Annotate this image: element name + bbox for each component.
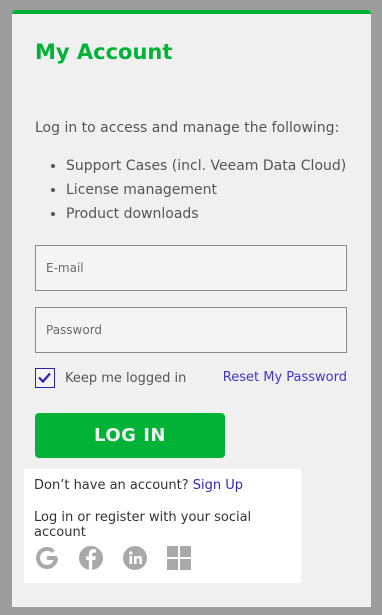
linkedin-icon[interactable] [122,545,148,571]
social-login-text: Log in or register with your social acco… [34,510,252,540]
password-field[interactable] [35,307,347,353]
email-field[interactable] [35,245,347,291]
intro-text: Log in to access and manage the followin… [35,120,340,136]
keep-logged-in-checkbox[interactable] [35,368,55,388]
list-item: Product downloads [66,202,346,226]
reset-password-link[interactable]: Reset My Password [223,370,347,385]
page-title: My Account [35,40,173,64]
login-button[interactable]: LOG IN [35,413,225,458]
checkmark-icon [38,372,51,384]
list-item: Support Cases (incl. Veeam Data Cloud) [66,154,346,178]
keep-logged-in-label: Keep me logged in [65,371,187,386]
google-icon[interactable] [34,545,60,571]
list-item: License management [66,178,346,202]
signup-line: Don’t have an account? Sign Up [34,478,243,493]
social-login-panel: Don’t have an account? Sign Up Log in or… [24,469,301,583]
feature-list: Support Cases (incl. Veeam Data Cloud) L… [48,154,346,226]
facebook-icon[interactable] [78,545,104,571]
signup-prompt: Don’t have an account? [34,478,189,493]
signup-link[interactable]: Sign Up [193,478,243,493]
microsoft-icon[interactable] [166,545,192,571]
